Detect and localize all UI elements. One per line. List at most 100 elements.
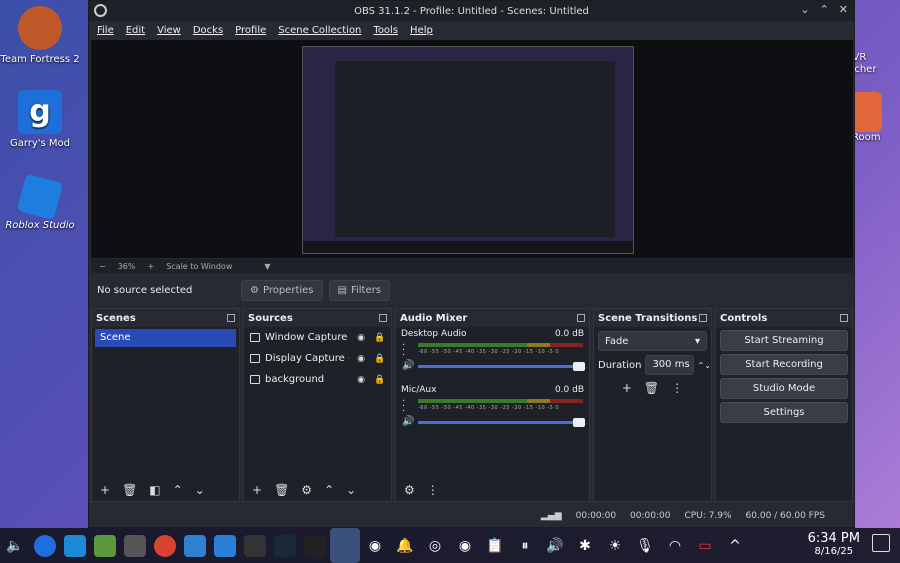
battery-icon[interactable]: ▭ <box>694 535 716 557</box>
undock-icon[interactable] <box>379 314 387 322</box>
sources-title: Sources <box>248 312 293 324</box>
steam-tray-icon-2[interactable]: ◉ <box>454 535 476 557</box>
trash-icon[interactable]: 🗑 <box>122 483 137 497</box>
menu-help[interactable]: Help <box>410 25 433 36</box>
menu-tools[interactable]: Tools <box>373 25 398 36</box>
trash-icon[interactable]: 🗑 <box>644 381 659 395</box>
scene-item[interactable]: Scene <box>95 329 236 347</box>
more-icon[interactable]: · · · <box>402 341 405 361</box>
properties-button[interactable]: ⚙ Properties <box>241 280 323 301</box>
menu-file[interactable]: File <box>97 25 114 36</box>
more-icon[interactable]: ⋮ <box>427 483 439 497</box>
speaker-icon[interactable]: 🔊 <box>402 360 414 371</box>
add-icon[interactable]: + <box>622 381 632 395</box>
chevron-down-icon[interactable]: ⌄ <box>346 483 356 497</box>
stepper-icon[interactable]: ⌃⌄ <box>698 361 711 370</box>
pause-icon[interactable]: ⏸ <box>514 535 536 557</box>
menu-view[interactable]: View <box>157 25 181 36</box>
microphone-icon[interactable]: 🎙 <box>634 535 656 557</box>
clock[interactable]: 6:34 PM 8/16/25 <box>808 531 860 557</box>
wifi-icon[interactable]: ◠ <box>664 535 686 557</box>
more-icon[interactable]: ⋮ <box>671 381 683 395</box>
source-item[interactable]: Display Capture (XSl◉🔒 <box>244 348 391 369</box>
undock-icon[interactable] <box>840 314 848 322</box>
bluetooth-icon[interactable]: ✱ <box>574 535 596 557</box>
undock-icon[interactable] <box>227 314 235 322</box>
volume-icon[interactable]: 🔈 <box>4 535 26 557</box>
source-item[interactable]: Window Capture (Xc◉🔒 <box>244 327 391 348</box>
volume-slider[interactable] <box>418 418 585 427</box>
terminal-icon[interactable] <box>244 534 266 557</box>
gear-icon[interactable]: ⚙ <box>301 483 312 497</box>
mixer-channel-mic: Mic/Aux 0.0 dB · · · -60 -55 -50 -45 -40 -3… <box>401 385 585 427</box>
desktop-icon-gmod[interactable]: g Garry's Mod <box>0 90 80 150</box>
brightness-icon[interactable]: ☀ <box>604 535 626 557</box>
store-icon[interactable] <box>64 534 86 557</box>
add-icon[interactable]: + <box>252 483 262 497</box>
clipboard-icon[interactable]: 📋 <box>484 535 506 557</box>
eye-icon[interactable]: ◉ <box>354 375 368 385</box>
desktop-icon-partial-vr[interactable]: LVR ncher <box>848 52 900 76</box>
chevron-up-icon[interactable]: ⌃ <box>820 3 829 16</box>
bell-icon[interactable]: 🔔 <box>394 535 416 557</box>
steam-tray-icon[interactable]: ◉ <box>364 535 386 557</box>
window-capture-icon <box>250 333 260 342</box>
lock-icon[interactable]: 🔒 <box>373 375 387 385</box>
lock-icon[interactable]: 🔒 <box>373 333 387 343</box>
chevron-down-icon[interactable]: ⌄ <box>195 483 205 497</box>
transition-select[interactable]: Fade ▾ <box>598 331 707 351</box>
desktop-icon-roblox-studio[interactable]: Roblox Studio <box>0 173 80 232</box>
undock-icon[interactable] <box>577 314 585 322</box>
chevron-up-icon[interactable]: ⌃ <box>173 483 183 497</box>
chevron-up-icon[interactable]: ^ <box>724 535 746 557</box>
studio-mode-button[interactable]: Studio Mode <box>720 378 848 399</box>
eye-icon[interactable]: ◉ <box>354 333 368 343</box>
status-bar: ▂▄▆ 00:00:00 00:00:00 CPU: 7.9% 60.00 / … <box>91 507 853 525</box>
minecraft-icon[interactable] <box>94 534 116 557</box>
cube-icon[interactable] <box>124 534 146 557</box>
volume-slider[interactable] <box>418 362 585 371</box>
taskbar: 🔈 ◉ 🔔 ◎ ◉ 📋 ⏸ 🔊 ✱ ☀ 🎙 ◠ ▭ ^ 6:34 PM 8/16… <box>0 528 900 563</box>
obs-icon[interactable] <box>330 528 360 563</box>
chevron-down-icon[interactable]: ⌄ <box>800 3 809 16</box>
more-icon[interactable]: · · · <box>402 397 405 417</box>
close-icon[interactable]: ✕ <box>839 3 848 16</box>
speaker-icon[interactable]: 🔊 <box>402 416 414 427</box>
show-desktop-icon[interactable] <box>872 534 890 552</box>
scale-mode[interactable]: Scale to Window <box>166 262 232 271</box>
app-launcher-icon[interactable] <box>34 534 56 557</box>
desktop-icon-tf2[interactable]: Team Fortress 2 <box>0 6 80 66</box>
scenes-title: Scenes <box>96 312 136 324</box>
signal-icon: ▂▄▆ <box>540 511 562 521</box>
desktop-icon-partial-room[interactable]: Room <box>852 92 900 144</box>
lock-icon[interactable]: 🔒 <box>373 354 387 364</box>
trash-icon[interactable]: 🗑 <box>274 483 289 497</box>
chrome-icon[interactable] <box>154 534 176 557</box>
start-recording-button[interactable]: Start Recording <box>720 354 848 375</box>
preview-canvas[interactable] <box>91 40 853 258</box>
zoom-in-button[interactable]: + <box>147 262 154 271</box>
zoom-out-button[interactable]: − <box>99 262 106 271</box>
menu-profile[interactable]: Profile <box>235 25 266 36</box>
roblox-icon[interactable] <box>304 534 326 557</box>
chevron-down-icon[interactable]: ▼ <box>264 262 270 271</box>
add-icon[interactable]: + <box>100 483 110 497</box>
obs-tray-icon[interactable]: ◎ <box>424 535 446 557</box>
source-item[interactable]: background ◉ 🔒 <box>244 369 391 390</box>
gear-icon[interactable]: ⚙ <box>404 483 415 497</box>
file-manager-icon[interactable] <box>184 534 206 557</box>
steam-icon[interactable] <box>274 534 296 557</box>
undock-icon[interactable] <box>699 314 707 322</box>
menu-edit[interactable]: Edit <box>126 25 145 36</box>
speaker-icon[interactable]: 🔊 <box>544 535 566 557</box>
filter-icon[interactable]: ◧ <box>149 483 160 497</box>
filters-button[interactable]: ▤ Filters <box>328 280 390 301</box>
settings-button[interactable]: Settings <box>720 402 848 423</box>
chevron-up-icon[interactable]: ⌃ <box>324 483 334 497</box>
eye-icon[interactable]: ◉ <box>354 354 368 364</box>
menu-docks[interactable]: Docks <box>193 25 223 36</box>
start-streaming-button[interactable]: Start Streaming <box>720 330 848 351</box>
shopping-bag-icon[interactable] <box>214 534 236 557</box>
menu-scene-collection[interactable]: Scene Collection <box>278 25 361 36</box>
duration-input[interactable]: 300 ms <box>645 355 694 375</box>
